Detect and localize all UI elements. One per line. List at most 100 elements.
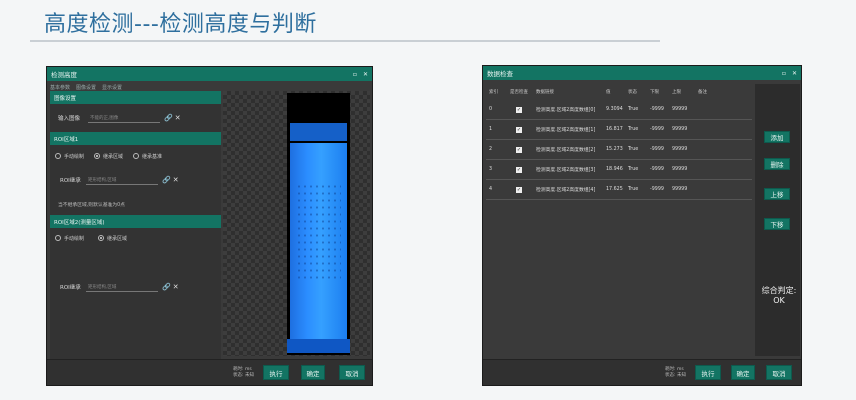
restore-icon[interactable]: ▫ bbox=[782, 70, 786, 77]
col-upper: 上限 bbox=[672, 90, 681, 95]
roi2-inherit-label: ROI继承 bbox=[60, 285, 81, 291]
cell-upper: 99999 bbox=[672, 187, 688, 192]
cell-status: True bbox=[628, 167, 639, 172]
table-row[interactable]: 0 ✓ 检测高度.区域2高度数组[0] 9.3094 True -9999 99… bbox=[486, 100, 752, 120]
cell-index: 3 bbox=[489, 167, 493, 172]
col-remark: 备注 bbox=[698, 90, 707, 95]
run-state: 状态: 未知 bbox=[665, 373, 686, 378]
confirm-button[interactable]: 确定 bbox=[731, 365, 755, 380]
col-check: 是否检查 bbox=[510, 90, 528, 95]
cell-index: 2 bbox=[489, 147, 493, 152]
cell-data-link: 检测高度.区域2高度数组[1] bbox=[536, 128, 596, 133]
cell-value: 9.3094 bbox=[606, 107, 623, 112]
check-icon[interactable]: ✓ bbox=[516, 166, 522, 173]
radio-manual-draw[interactable]: 手动绘制 bbox=[55, 153, 84, 160]
input-image-row: 输入图像 不能的正,图像 🔗 ✕ bbox=[50, 104, 221, 132]
verdict-label: 综合判定: bbox=[761, 286, 797, 295]
window-footer: 耗时: ms 状态: 未知 执行 确定 取消 bbox=[47, 359, 372, 385]
col-value: 值 bbox=[606, 90, 611, 95]
cell-lower: -9999 bbox=[650, 167, 664, 172]
cell-upper: 99999 bbox=[672, 167, 688, 172]
radio-inherit-region[interactable]: 继承区域 bbox=[94, 153, 123, 160]
roi2-mode-row: 手动绘制 继承区域 bbox=[50, 228, 221, 248]
cell-value: 15.273 bbox=[606, 147, 623, 152]
clear-icon[interactable]: ✕ bbox=[175, 114, 181, 122]
cancel-button[interactable]: 取消 bbox=[766, 365, 792, 380]
cell-value: 17.625 bbox=[606, 187, 623, 192]
tab-bar: 基本参数 图像设置 显示设置 bbox=[50, 84, 122, 91]
check-icon[interactable]: ✓ bbox=[516, 186, 522, 193]
cancel-button[interactable]: 取消 bbox=[339, 365, 365, 380]
table-row[interactable]: 4 ✓ 检测高度.区域2高度数组[4] 17.625 True -9999 99… bbox=[486, 180, 752, 200]
close-icon[interactable]: ✕ bbox=[792, 70, 797, 77]
roi-note: 当不继承区域,则默认基准为0点 bbox=[58, 202, 125, 208]
cell-index: 4 bbox=[489, 187, 493, 192]
cell-index: 1 bbox=[489, 127, 493, 132]
section-roi-2[interactable]: ROI区域2(测量区域) bbox=[50, 215, 221, 228]
execute-button[interactable]: 执行 bbox=[695, 365, 721, 380]
slide-title: 高度检测---检测高度与判断 bbox=[44, 12, 317, 37]
close-icon[interactable]: ✕ bbox=[363, 71, 368, 78]
col-lower: 下限 bbox=[650, 90, 659, 95]
table-row[interactable]: 3 ✓ 检测高度.区域2高度数组[3] 18.946 True -9999 99… bbox=[486, 160, 752, 180]
cell-index: 0 bbox=[489, 107, 493, 112]
add-button[interactable]: 添加 bbox=[764, 131, 790, 143]
cell-lower: -9999 bbox=[650, 187, 664, 192]
cell-upper: 99999 bbox=[672, 127, 688, 132]
link-icon[interactable]: 🔗 bbox=[164, 114, 173, 122]
section-image-settings[interactable]: 图像设置 bbox=[50, 91, 221, 104]
restore-icon[interactable]: ▫ bbox=[353, 71, 357, 78]
cell-lower: -9999 bbox=[650, 147, 664, 152]
radio-inherit-baseline[interactable]: 继承基准 bbox=[133, 153, 162, 160]
roi2-inherit-field[interactable]: 矩形结构,区域 bbox=[86, 283, 158, 292]
depth-bottom-band bbox=[287, 339, 350, 353]
roi-inherit-field[interactable]: 矩形结构,区域 bbox=[86, 176, 158, 185]
clear-icon[interactable]: ✕ bbox=[173, 283, 179, 291]
move-down-button[interactable]: 下移 bbox=[764, 218, 790, 230]
overall-verdict: 综合判定: OK bbox=[758, 286, 800, 306]
cell-status: True bbox=[628, 147, 639, 152]
window-titlebar: 数据检查 ▫ ✕ bbox=[483, 66, 801, 80]
move-up-button[interactable]: 上移 bbox=[764, 188, 790, 200]
check-icon[interactable]: ✓ bbox=[516, 126, 522, 133]
delete-button[interactable]: 删除 bbox=[764, 158, 790, 170]
cell-lower: -9999 bbox=[650, 127, 664, 132]
cell-status: True bbox=[628, 127, 639, 132]
data-table: 索引 是否检查 数据链接 值 状态 下限 上限 备注 0 ✓ 检测高度.区域2高… bbox=[486, 84, 752, 200]
tab-display-settings[interactable]: 显示设置 bbox=[102, 84, 122, 91]
cell-status: True bbox=[628, 107, 639, 112]
check-icon[interactable]: ✓ bbox=[516, 146, 522, 153]
roi-inherit-label: ROI继承 bbox=[60, 178, 81, 184]
run-state: 状态: 未知 bbox=[233, 373, 254, 378]
radio-manual-draw-2[interactable]: 手动绘制 bbox=[55, 235, 84, 242]
side-panel: 添加 删除 上移 下移 bbox=[755, 84, 800, 356]
table-header: 索引 是否检查 数据链接 值 状态 下限 上限 备注 bbox=[486, 84, 752, 100]
radio-inherit-region-2[interactable]: 继承区域 bbox=[98, 235, 127, 242]
roi2-inherit-row: ROI继承 矩形结构,区域 🔗 ✕ bbox=[50, 272, 221, 302]
execute-button[interactable]: 执行 bbox=[263, 365, 289, 380]
input-image-label: 输入图像 bbox=[58, 116, 81, 122]
image-preview-canvas[interactable] bbox=[223, 91, 370, 356]
table-row[interactable]: 2 ✓ 检测高度.区域2高度数组[2] 15.273 True -9999 99… bbox=[486, 140, 752, 160]
cell-status: True bbox=[628, 187, 639, 192]
depth-surface bbox=[290, 143, 347, 339]
verdict-value: OK bbox=[773, 296, 785, 305]
table-row[interactable]: 1 ✓ 检测高度.区域2高度数组[1] 16.817 True -9999 99… bbox=[486, 120, 752, 140]
cell-data-link: 检测高度.区域2高度数组[3] bbox=[536, 168, 596, 173]
window-footer: 耗时: ms 状态: 未知 执行 确定 取消 bbox=[483, 359, 801, 385]
cell-data-link: 检测高度.区域2高度数组[0] bbox=[536, 108, 596, 113]
section-roi-1[interactable]: ROI区域1 bbox=[50, 132, 221, 145]
title-divider bbox=[30, 40, 660, 42]
roi1-mode-row: 手动绘制 继承区域 继承基准 bbox=[50, 145, 221, 167]
col-index: 索引 bbox=[489, 90, 498, 95]
link-icon[interactable]: 🔗 bbox=[162, 176, 171, 184]
clear-icon[interactable]: ✕ bbox=[173, 176, 179, 184]
link-icon[interactable]: 🔗 bbox=[162, 283, 171, 291]
col-status: 状态 bbox=[628, 90, 637, 95]
tab-basic-params[interactable]: 基本参数 bbox=[50, 84, 70, 91]
confirm-button[interactable]: 确定 bbox=[301, 365, 325, 380]
input-image-field[interactable]: 不能的正,图像 bbox=[88, 114, 160, 123]
tab-image-settings[interactable]: 图像设置 bbox=[76, 84, 96, 91]
check-icon[interactable]: ✓ bbox=[516, 106, 522, 113]
cell-upper: 99999 bbox=[672, 147, 688, 152]
